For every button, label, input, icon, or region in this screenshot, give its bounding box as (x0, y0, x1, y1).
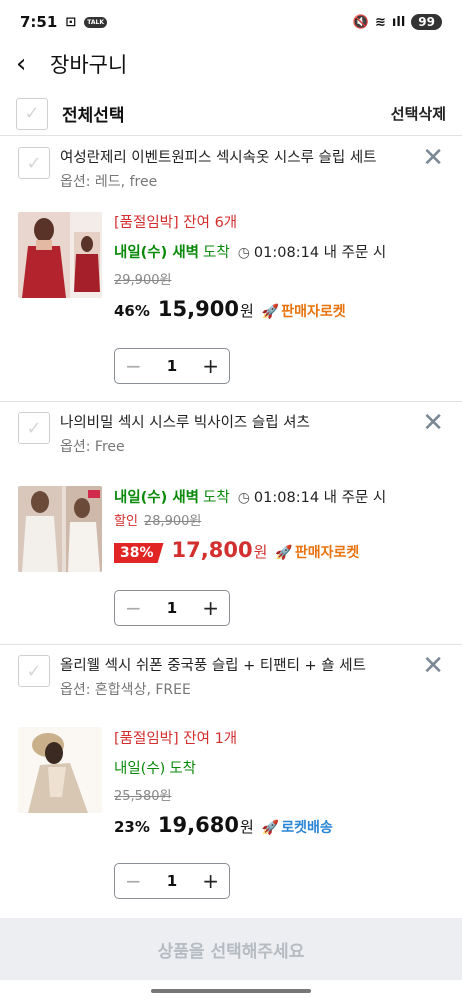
item-checkbox[interactable]: ✓ (18, 412, 50, 444)
item-name[interactable]: 여성란제리 이벤트원피스 섹시속옷 시스루 슬립 세트 (60, 147, 380, 169)
currency-label: 원 (253, 543, 268, 561)
cart-item: ✓ 올리웰 섹시 쉬폰 중국풍 슬립 + 티팬티 + 숄 세트 옵션: 혼합색상… (0, 645, 462, 918)
mute-icon: 🔇 (352, 14, 370, 30)
page-title: 장바구니 (50, 53, 128, 77)
product-image[interactable] (18, 486, 102, 572)
item-checkbox[interactable]: ✓ (18, 655, 50, 687)
arrival-date: 내일(수) 새벽 (114, 490, 200, 506)
original-price: 29,900원 (114, 273, 172, 288)
discount-percent: 46% (114, 302, 150, 320)
signal-icon: ıll (391, 14, 406, 30)
header: ‹ 장바구니 (0, 44, 462, 84)
arrival-suffix: 도착 (169, 761, 197, 777)
select-all-checkbox[interactable]: ✓ (16, 97, 48, 130)
select-all-label: 전체선택 (62, 106, 125, 126)
clock-icon: ◷ (237, 490, 250, 506)
quantity-stepper: − 1 + (114, 863, 230, 899)
quantity-stepper: − 1 + (114, 348, 230, 384)
stock-warning: [품절임박] 잔여 1개 (114, 731, 238, 747)
delivery-badge: 판매자로켓 (294, 545, 360, 561)
clock-icon: ◷ (237, 245, 250, 261)
arrival-date: 내일(수) (114, 761, 166, 777)
delete-selected-button[interactable]: 선택삭제 (391, 103, 446, 124)
item-checkbox[interactable]: ✓ (18, 147, 50, 179)
check-icon: ✓ (26, 660, 42, 682)
chevron-left-icon[interactable]: ‹ (16, 51, 46, 77)
currency-label: 원 (239, 302, 254, 320)
rocket-icon: 🚀 (261, 820, 280, 836)
arrival-suffix: 도착 (203, 490, 230, 506)
arrival-suffix: 도착 (203, 245, 230, 261)
cart-item: ✓ 여성란제리 이벤트원피스 섹시속옷 시스루 슬립 세트 옵션: 레드, fr… (0, 137, 462, 402)
quantity-stepper: − 1 + (114, 590, 230, 626)
plus-icon[interactable]: + (202, 356, 219, 376)
item-option: 옵션: 레드, free (60, 174, 158, 190)
discount-label: 할인 (114, 514, 138, 529)
delivery-badge: 판매자로켓 (281, 304, 346, 320)
rocket-icon: 🚀 (275, 545, 293, 561)
plus-icon[interactable]: + (202, 871, 219, 891)
original-price: 25,580원 (114, 789, 172, 804)
sale-price: 15,900 (157, 297, 239, 321)
talk-badge: TALK (84, 16, 107, 28)
product-image[interactable] (18, 727, 102, 813)
stock-warning: [품절임박] 잔여 6개 (114, 215, 238, 231)
close-icon[interactable]: ✕ (422, 410, 444, 436)
arrival-date: 내일(수) 새벽 (114, 245, 200, 261)
item-option: 옵션: 혼합색상, FREE (60, 682, 191, 698)
currency-label: 원 (239, 818, 254, 836)
status-bar: 7:51 ⊡ TALK 🔇 ≋ ıll 99 (0, 0, 462, 44)
sale-price: 19,680 (157, 813, 239, 837)
screenshot-icon: ⊡ (65, 14, 77, 30)
discount-percent: 23% (114, 818, 150, 836)
close-icon[interactable]: ✕ (422, 653, 444, 679)
status-time: 7:51 (20, 13, 58, 31)
select-all-row: ✓ 전체선택 선택삭제 (0, 92, 462, 136)
product-image[interactable] (18, 212, 102, 298)
item-name[interactable]: 올리웰 섹시 쉬폰 중국풍 슬립 + 티팬티 + 숄 세트 (60, 655, 380, 677)
checkout-button-label: 상품을 선택해주세요 (157, 941, 305, 962)
close-icon[interactable]: ✕ (422, 145, 444, 171)
quantity-value[interactable]: 1 (167, 872, 177, 890)
item-name[interactable]: 나의비밀 섹시 시스루 빅사이즈 슬립 셔츠 (60, 412, 380, 434)
quantity-value[interactable]: 1 (167, 599, 177, 617)
plus-icon[interactable]: + (202, 598, 219, 618)
home-indicator[interactable] (151, 989, 311, 993)
checkout-button[interactable]: 상품을 선택해주세요 (0, 918, 462, 980)
order-deadline: 01:08:14 내 주문 시 (253, 245, 387, 261)
cart-item: ✓ 나의비밀 섹시 시스루 빅사이즈 슬립 셔츠 옵션: Free ✕ 내일(수… (0, 402, 462, 645)
quantity-value[interactable]: 1 (167, 357, 177, 375)
original-price: 28,900원 (143, 514, 202, 529)
delivery-badge: 로켓배송 (281, 820, 333, 836)
wifi-icon: ≋ (375, 14, 386, 30)
minus-icon[interactable]: − (125, 598, 142, 618)
item-option: 옵션: Free (60, 439, 125, 455)
sale-price: 17,800 (171, 538, 253, 562)
check-icon: ✓ (26, 417, 42, 439)
check-icon: ✓ (26, 152, 42, 174)
discount-percent-badge: 38% (114, 543, 164, 563)
battery-indicator: 99 (411, 14, 442, 30)
minus-icon[interactable]: − (125, 871, 142, 891)
rocket-icon: 🚀 (261, 304, 280, 320)
check-icon: ✓ (24, 103, 40, 124)
order-deadline: 01:08:14 내 주문 시 (253, 490, 387, 506)
minus-icon[interactable]: − (125, 356, 142, 376)
